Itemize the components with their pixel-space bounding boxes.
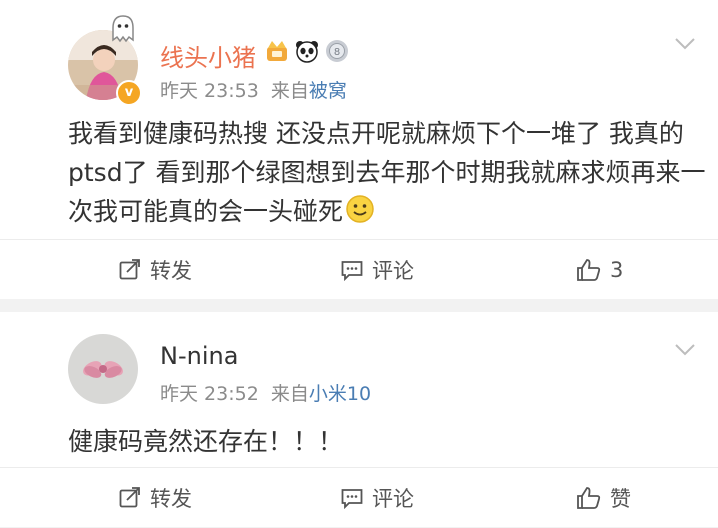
ghost-icon xyxy=(110,14,136,48)
avatar[interactable] xyxy=(68,334,138,404)
repost-button[interactable]: 转发 xyxy=(118,240,192,300)
post-meta: 昨天 23:52 来自小米10 xyxy=(160,379,371,406)
repost-icon xyxy=(118,486,142,510)
comment-text: 健康码竟然还存在！！！ xyxy=(68,427,344,456)
comment-icon xyxy=(340,486,364,510)
smiley-emoji xyxy=(345,194,375,235)
comment-button[interactable]: 评论 xyxy=(340,240,414,300)
like-button[interactable]: 赞 xyxy=(576,468,631,528)
repost-icon xyxy=(118,258,142,282)
username[interactable]: N-nina xyxy=(160,342,238,370)
repost-button[interactable]: 转发 xyxy=(118,468,192,528)
timestamp: 昨天 23:53 xyxy=(160,80,259,102)
action-bar: 转发 评论 赞 xyxy=(0,467,718,528)
svg-text:8: 8 xyxy=(334,47,340,58)
source-prefix: 来自 xyxy=(270,383,309,405)
repost-label: 转发 xyxy=(150,259,192,283)
comment-button[interactable]: 评论 xyxy=(340,468,414,528)
crown-medal-icon[interactable] xyxy=(264,38,290,68)
comment-label: 评论 xyxy=(372,259,414,283)
silver-medal-icon[interactable]: 8 xyxy=(324,38,350,68)
comment-label: 评论 xyxy=(372,487,414,511)
action-bar: 转发 评论 3 xyxy=(0,239,718,300)
like-count: 3 xyxy=(610,258,624,282)
comment-body: 我看到健康码热搜 还没点开呢就麻烦下个一堆了 我真的ptsd了 看到那个绿图想到… xyxy=(68,119,706,226)
thumbs-up-icon xyxy=(576,257,602,283)
source-link[interactable]: 被窝 xyxy=(309,80,347,102)
username[interactable]: 线头小猪 xyxy=(160,38,256,73)
repost-label: 转发 xyxy=(150,487,192,511)
like-button[interactable]: 3 xyxy=(576,240,623,300)
source-link[interactable]: 小米10 xyxy=(309,383,371,405)
comment-card: v 线头小猪 8 昨天 23:53 来自被窝 我看到健康码热搜 还没点开呢就麻烦… xyxy=(0,0,718,299)
chevron-down-icon[interactable] xyxy=(674,36,696,55)
post-meta: 昨天 23:53 来自被窝 xyxy=(160,76,347,103)
comment-text: 我看到健康码热搜 还没点开呢就麻烦下个一堆了 我真的ptsd了 看到那个绿图想到… xyxy=(68,114,708,235)
comment-icon xyxy=(340,258,364,282)
verified-badge-icon: v xyxy=(116,80,142,106)
like-label: 赞 xyxy=(610,487,631,511)
timestamp: 昨天 23:52 xyxy=(160,383,259,405)
thumbs-up-icon xyxy=(576,485,602,511)
comment-card: N-nina 昨天 23:52 来自小米10 健康码竟然还存在！！！ 转发 评论 xyxy=(0,312,718,527)
weibo-comment-feed: v 线头小猪 8 昨天 23:53 来自被窝 我看到健康码热搜 还没点开呢就麻烦… xyxy=(0,0,718,527)
panda-icon[interactable] xyxy=(294,38,320,68)
source-prefix: 来自 xyxy=(270,80,309,102)
medal-group: 8 xyxy=(264,38,350,68)
chevron-down-icon[interactable] xyxy=(674,342,696,361)
